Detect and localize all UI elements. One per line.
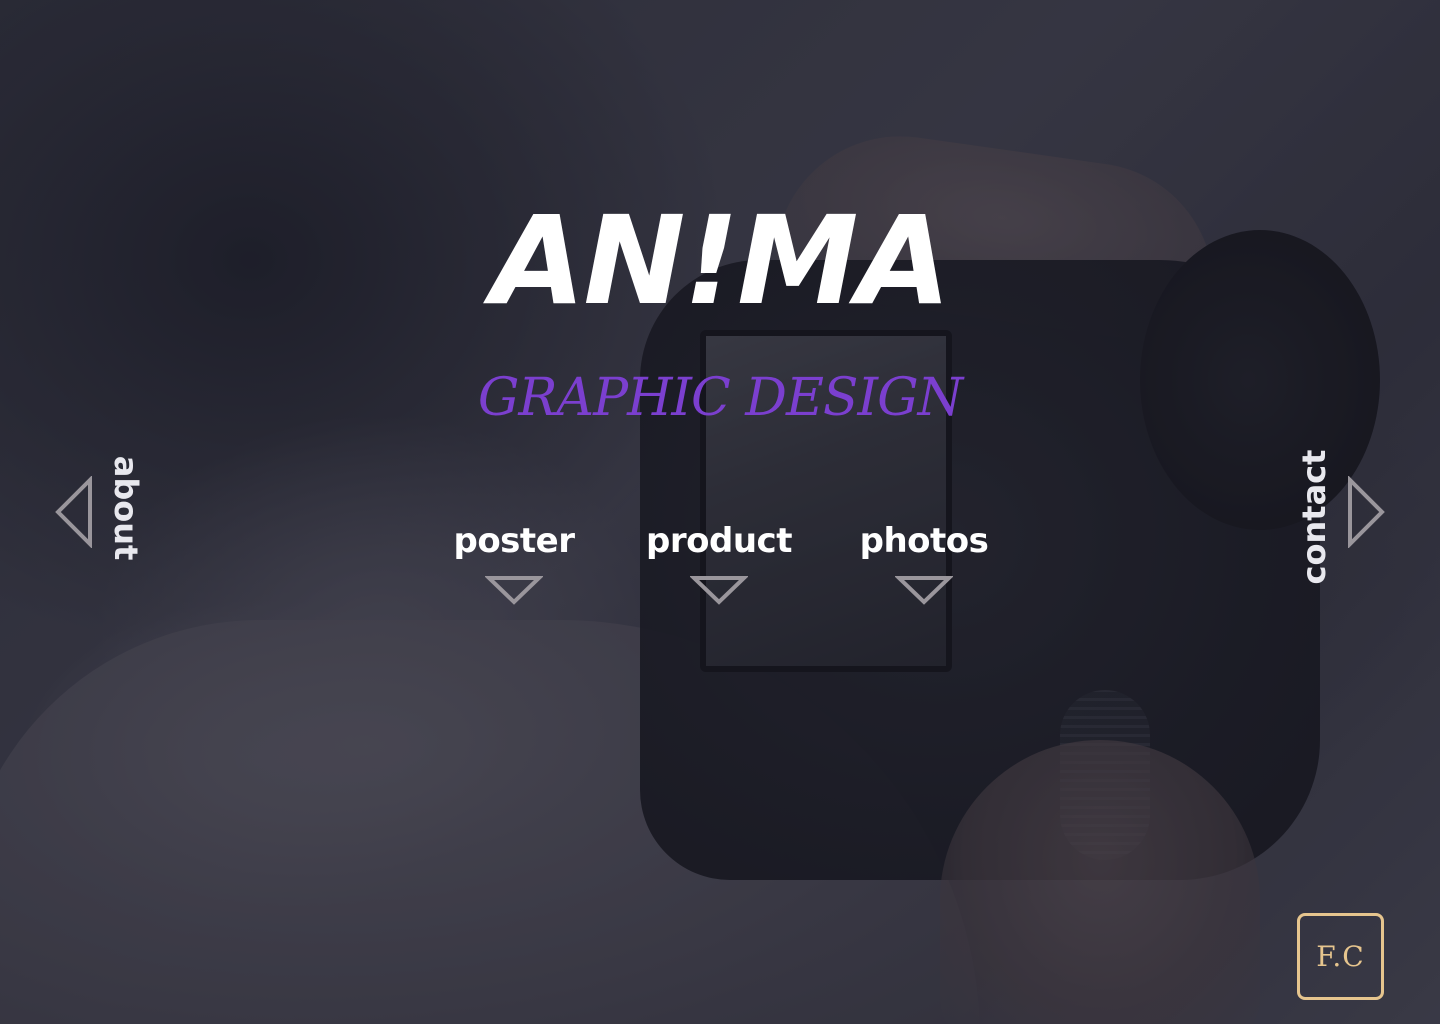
- dark-overlay: [0, 0, 1440, 1024]
- monogram-badge[interactable]: F.C: [1297, 913, 1384, 1000]
- category-poster[interactable]: poster: [424, 524, 604, 606]
- monogram-text: F.C: [1316, 940, 1365, 973]
- nav-contact-link[interactable]: contact: [1295, 450, 1333, 585]
- category-photos[interactable]: photos: [834, 524, 1014, 606]
- triangle-down-outline-icon[interactable]: [690, 574, 748, 606]
- category-label: photos: [859, 521, 989, 561]
- brand-logo[interactable]: AN!MA: [0, 200, 1440, 322]
- category-product[interactable]: product: [629, 524, 809, 606]
- nav-about-link[interactable]: about: [107, 456, 145, 561]
- category-label: poster: [453, 521, 575, 561]
- triangle-down-outline-icon[interactable]: [895, 574, 953, 606]
- triangle-right-outline-icon[interactable]: [1346, 476, 1386, 548]
- brand-tagline: GRAPHIC DESIGN: [477, 368, 963, 428]
- triangle-down-outline-icon[interactable]: [485, 574, 543, 606]
- landing-page: AN!MA GRAPHIC DESIGN about contact poste…: [0, 0, 1440, 1024]
- category-label: product: [646, 521, 792, 561]
- triangle-left-outline-icon[interactable]: [54, 476, 94, 548]
